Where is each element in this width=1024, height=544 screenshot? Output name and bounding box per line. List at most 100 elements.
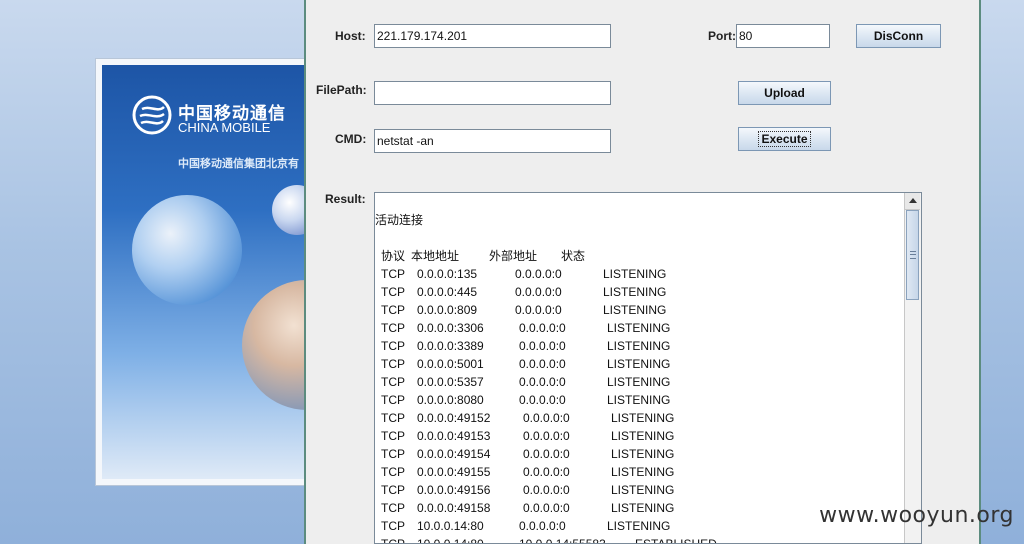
row-foreign-address: 0.0.0.0:0 (515, 267, 562, 281)
row-state: LISTENING (607, 339, 671, 353)
row-protocol: TCP (381, 501, 405, 515)
cmd-input[interactable]: netstat -an (374, 129, 611, 153)
result-output: 活动连接 协议 本地地址 外部地址 状态 TCP 0.0.0.0:135 0.0.0… (375, 193, 905, 543)
header-foreign-address: 外部地址 (489, 249, 538, 263)
scrollbar-grip-icon (910, 251, 916, 259)
header-local-address: 本地地址 (411, 249, 460, 263)
row-local-address: 0.0.0.0:5001 (417, 357, 484, 371)
result-row: TCP 0.0.0.0:49153 0.0.0.0:0 LISTENING (375, 427, 905, 445)
header-state: 状态 (561, 249, 586, 263)
row-protocol: TCP (381, 519, 405, 533)
result-row: TCP 0.0.0.0:8080 0.0.0.0:0 LISTENING (375, 391, 905, 409)
row-protocol: TCP (381, 375, 405, 389)
upload-button-label: Upload (764, 86, 805, 100)
row-local-address: 0.0.0.0:49152 (417, 411, 491, 425)
china-mobile-logo-icon (132, 95, 172, 135)
row-protocol: TCP (381, 483, 405, 497)
row-state: LISTENING (611, 429, 675, 443)
row-protocol: TCP (381, 465, 405, 479)
row-foreign-address: 0.0.0.0:0 (523, 465, 570, 479)
row-protocol: TCP (381, 267, 405, 281)
row-local-address: 0.0.0.0:135 (417, 267, 478, 281)
disconnect-button[interactable]: DisConn (856, 24, 941, 48)
row-local-address: 0.0.0.0:445 (417, 285, 478, 299)
brand-name-en: CHINA MOBILE (178, 120, 271, 135)
row-state: LISTENING (611, 465, 675, 479)
upload-button[interactable]: Upload (738, 81, 831, 105)
disconnect-button-label: DisConn (873, 29, 924, 43)
row-foreign-address: 0.0.0.0:0 (523, 501, 570, 515)
row-state: LISTENING (603, 285, 667, 299)
row-state: LISTENING (607, 393, 671, 407)
row-foreign-address: 10.0.0.14:55583 (519, 537, 606, 544)
cmd-label: CMD: (335, 132, 367, 146)
row-local-address: 0.0.0.0:5357 (417, 375, 484, 389)
result-scrollbar[interactable] (904, 193, 921, 543)
remote-command-dialog: Host: 221.179.174.201 Port: 80 DisConn F… (304, 0, 981, 544)
row-local-address: 0.0.0.0:49153 (417, 429, 491, 443)
result-row: TCP 0.0.0.0:445 0.0.0.0:0 LISTENING (375, 283, 905, 301)
row-state: LISTENING (607, 375, 671, 389)
result-row: TCP 0.0.0.0:49152 0.0.0.0:0 LISTENING (375, 409, 905, 427)
row-foreign-address: 0.0.0.0:0 (523, 447, 570, 461)
row-protocol: TCP (381, 303, 405, 317)
row-state: LISTENING (607, 357, 671, 371)
scrollbar-thumb[interactable] (906, 210, 919, 300)
row-foreign-address: 0.0.0.0:0 (523, 483, 570, 497)
row-foreign-address: 0.0.0.0:0 (519, 357, 566, 371)
row-state: LISTENING (611, 483, 675, 497)
row-local-address: 0.0.0.0:8080 (417, 393, 484, 407)
scroll-up-arrow-icon[interactable] (905, 193, 920, 210)
row-protocol: TCP (381, 429, 405, 443)
row-protocol: TCP (381, 339, 405, 353)
row-foreign-address: 0.0.0.0:0 (515, 285, 562, 299)
row-local-address: 0.0.0.0:3306 (417, 321, 484, 335)
row-local-address: 0.0.0.0:49158 (417, 501, 491, 515)
filepath-label: FilePath: (316, 83, 367, 97)
watermark: www.wooyun.org (819, 503, 1014, 528)
row-foreign-address: 0.0.0.0:0 (519, 393, 566, 407)
row-state: LISTENING (611, 447, 675, 461)
result-row: TCP 0.0.0.0:49155 0.0.0.0:0 LISTENING (375, 463, 905, 481)
row-local-address: 0.0.0.0:49154 (417, 447, 491, 461)
result-textarea[interactable]: 活动连接 协议 本地地址 外部地址 状态 TCP 0.0.0.0:135 0.0.0… (374, 192, 922, 544)
decorative-bubble (132, 195, 242, 305)
result-row: TCP 10.0.0.14:80 10.0.0.14:55583 ESTABLISHE… (375, 535, 905, 544)
row-local-address: 10.0.0.14:80 (417, 537, 484, 544)
result-row: TCP 0.0.0.0:3389 0.0.0.0:0 LISTENING (375, 337, 905, 355)
result-row: TCP 0.0.0.0:5357 0.0.0.0:0 LISTENING (375, 373, 905, 391)
row-protocol: TCP (381, 321, 405, 335)
row-protocol: TCP (381, 393, 405, 407)
port-input[interactable]: 80 (736, 24, 830, 48)
row-foreign-address: 0.0.0.0:0 (519, 519, 566, 533)
row-local-address: 0.0.0.0:809 (417, 303, 478, 317)
filepath-input[interactable] (374, 81, 611, 105)
result-row: TCP 0.0.0.0:5001 0.0.0.0:0 LISTENING (375, 355, 905, 373)
result-row: TCP 0.0.0.0:49154 0.0.0.0:0 LISTENING (375, 445, 905, 463)
row-local-address: 10.0.0.14:80 (417, 519, 484, 533)
row-foreign-address: 0.0.0.0:0 (523, 429, 570, 443)
row-state: LISTENING (603, 303, 667, 317)
host-input[interactable]: 221.179.174.201 (374, 24, 611, 48)
result-title: 活动连接 (375, 213, 424, 227)
row-state: LISTENING (607, 519, 671, 533)
row-foreign-address: 0.0.0.0:0 (523, 411, 570, 425)
background-login-window: 中国移动通信 CHINA MOBILE 中国移动通信集团北京有 (95, 58, 337, 486)
row-state: ESTABLISHED (635, 537, 717, 544)
row-state: LISTENING (611, 501, 675, 515)
brand-subtitle: 中国移动通信集团北京有 (178, 158, 299, 170)
row-foreign-address: 0.0.0.0:0 (519, 339, 566, 353)
row-foreign-address: 0.0.0.0:0 (519, 321, 566, 335)
row-protocol: TCP (381, 357, 405, 371)
port-label: Port: (708, 29, 736, 43)
row-foreign-address: 0.0.0.0:0 (515, 303, 562, 317)
row-local-address: 0.0.0.0:49156 (417, 483, 491, 497)
result-row: TCP 0.0.0.0:3306 0.0.0.0:0 LISTENING (375, 319, 905, 337)
row-state: LISTENING (611, 411, 675, 425)
row-local-address: 0.0.0.0:3389 (417, 339, 484, 353)
result-header-row: 协议 本地地址 外部地址 状态 (375, 247, 905, 265)
result-row: TCP 0.0.0.0:49156 0.0.0.0:0 LISTENING (375, 481, 905, 499)
row-protocol: TCP (381, 285, 405, 299)
execute-button[interactable]: Execute (738, 127, 831, 151)
row-protocol: TCP (381, 447, 405, 461)
